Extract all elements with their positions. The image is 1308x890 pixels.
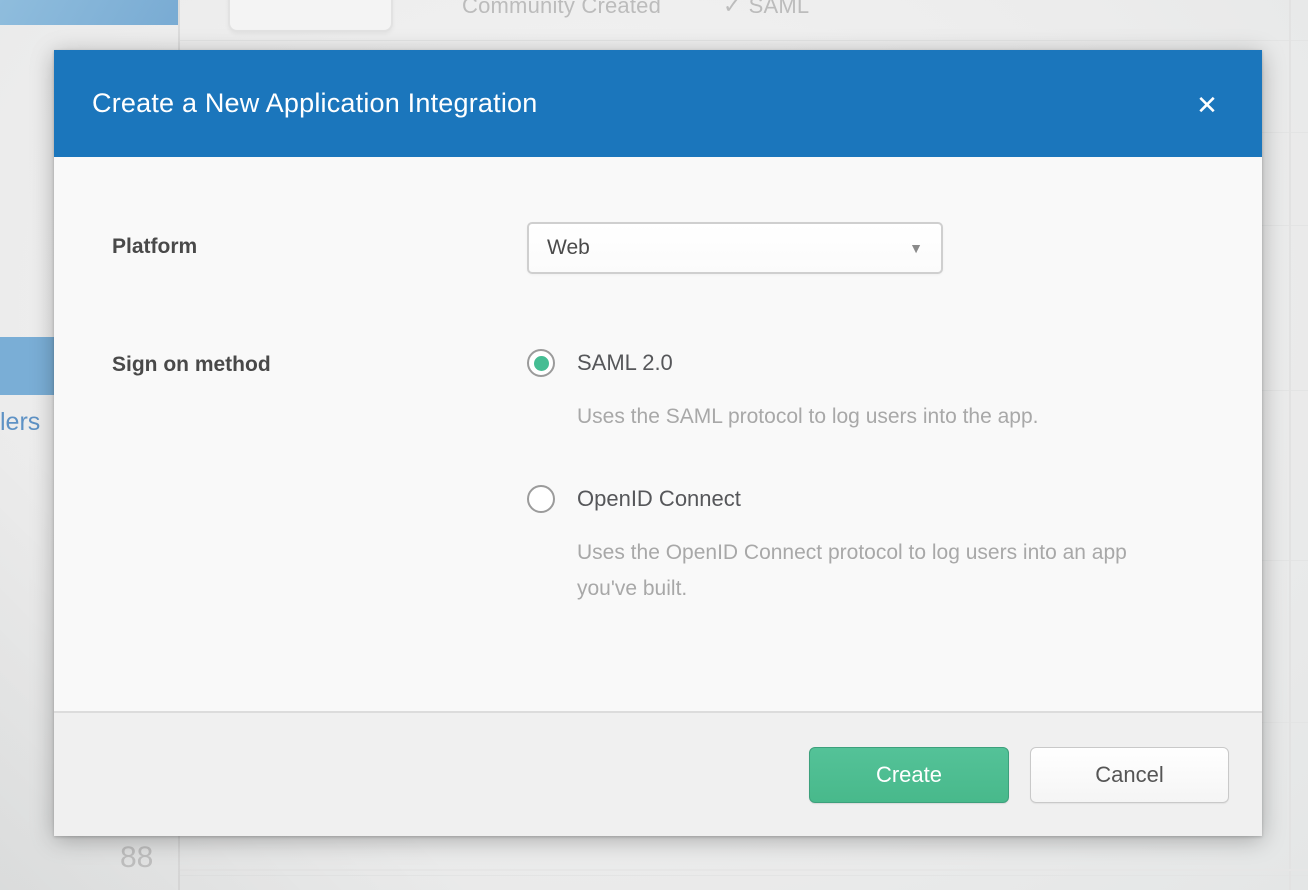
platform-label: Platform (112, 235, 197, 259)
sidebar-header-bar (0, 0, 178, 25)
radio-openid[interactable]: OpenID Connect (527, 485, 1177, 513)
sidebar-link-partial[interactable]: lers (0, 408, 40, 437)
platform-dropdown-value: Web (547, 236, 590, 260)
dialog-body: Platform Web ▼ Sign on method SAML 2.0 U… (54, 157, 1262, 711)
close-icon[interactable]: ✕ (1190, 88, 1224, 122)
table-right-divider (1289, 0, 1291, 890)
saml-badge: ✓ SAML (723, 0, 809, 19)
dialog-header: Create a New Application Integration ✕ (54, 50, 1262, 157)
chevron-down-icon: ▼ (909, 240, 923, 256)
platform-dropdown[interactable]: Web ▼ (527, 222, 943, 274)
dialog-footer: Create Cancel (54, 711, 1262, 836)
sidebar-selected-item[interactable] (0, 337, 54, 395)
cancel-button[interactable]: Cancel (1030, 747, 1229, 803)
radio-saml-description: Uses the SAML protocol to log users into… (577, 399, 1177, 435)
radio-option-openid: OpenID Connect Uses the OpenID Connect p… (527, 485, 1177, 607)
radio-saml[interactable]: SAML 2.0 (527, 349, 1177, 377)
saml-badge-label: SAML (749, 0, 810, 18)
create-app-integration-dialog: Create a New Application Integration ✕ P… (54, 50, 1262, 836)
table-row-number: 88 (120, 841, 153, 875)
background-filter-button[interactable] (228, 0, 393, 32)
radio-saml-label: SAML 2.0 (577, 350, 673, 376)
sign-on-method-label: Sign on method (112, 353, 271, 377)
sign-on-method-radio-group: SAML 2.0 Uses the SAML protocol to log u… (527, 349, 1177, 657)
radio-button-icon[interactable] (527, 349, 555, 377)
create-button[interactable]: Create (809, 747, 1009, 803)
radio-button-icon[interactable] (527, 485, 555, 513)
check-icon: ✓ (723, 0, 742, 18)
radio-openid-label: OpenID Connect (577, 486, 741, 512)
column-header-community-created: Community Created (462, 0, 661, 19)
table-bottom-divider (180, 869, 1308, 871)
table-row-divider (180, 875, 1308, 876)
radio-option-saml: SAML 2.0 Uses the SAML protocol to log u… (527, 349, 1177, 435)
dialog-title: Create a New Application Integration (54, 88, 537, 119)
radio-openid-description: Uses the OpenID Connect protocol to log … (577, 535, 1177, 607)
table-row-divider (180, 40, 1308, 41)
